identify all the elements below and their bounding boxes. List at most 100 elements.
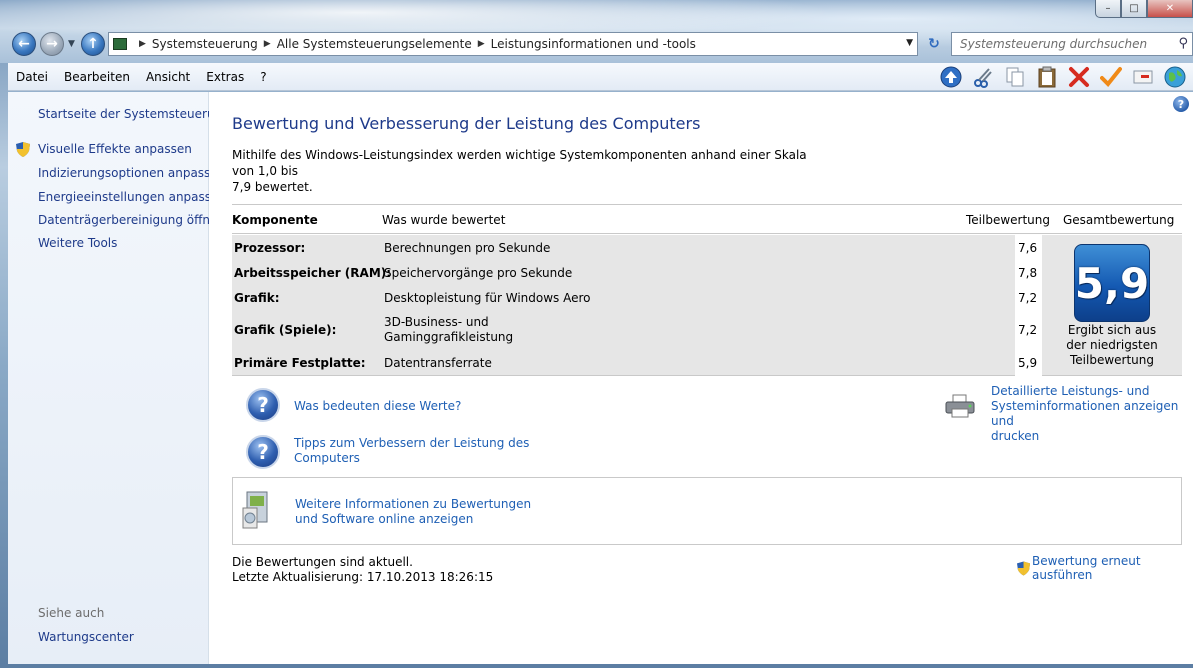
sidebar-item-disk-cleanup[interactable]: Datenträgerbereinigung öffnen (38, 213, 225, 227)
breadcrumb-item[interactable]: Systemsteuerung (152, 37, 258, 51)
globe-icon[interactable] (1163, 65, 1187, 89)
base-score-caption-line: Teilbewertung (1069, 353, 1154, 367)
address-dropdown-icon[interactable]: ▼ (906, 38, 913, 48)
link-line[interactable]: Computers (294, 451, 529, 466)
base-score-caption-line: Ergibt sich aus (1067, 323, 1157, 337)
intro-text: Mithilfe des Windows-Leistungsindex werd… (232, 147, 812, 195)
row-component: Grafik (Spiele): (234, 323, 337, 337)
question-icon: ? (246, 435, 280, 469)
row-score: 5,9 (1018, 356, 1038, 370)
sidebar-item-more-tools[interactable]: Weitere Tools (38, 236, 117, 250)
help-icon[interactable]: ? (1173, 96, 1189, 112)
rerun-assessment-label[interactable]: Bewertung erneut ausführen (1032, 554, 1193, 582)
caption-buttons: – □ ✕ (1095, 0, 1193, 18)
up-icon[interactable] (939, 65, 963, 89)
online-info-link[interactable]: Weitere Informationen zu Bewertungen und… (295, 497, 531, 527)
row-component: Grafik: (234, 291, 280, 305)
paste-icon[interactable] (1035, 65, 1059, 89)
search-placeholder: Systemsteuerung durchsuchen (960, 37, 1148, 51)
row-description: Datentransferrate (384, 356, 492, 370)
base-score-caption: Ergibt sich aus der niedrigsten Teilbewe… (1058, 323, 1166, 368)
intro-line: Mithilfe des Windows-Leistungsindex werd… (232, 148, 807, 178)
forward-arrow-icon[interactable]: → (40, 32, 64, 56)
status-current: Die Bewertungen sind aktuell. (232, 555, 413, 569)
sidebar-item-indexing[interactable]: Indizierungsoptionen anpassen (38, 166, 225, 180)
close-button[interactable]: ✕ (1147, 0, 1193, 18)
sidebar-home-link[interactable]: Startseite der Systemsteuerung (38, 107, 230, 121)
task-pane: Startseite der Systemsteuerung Visuelle … (8, 92, 230, 664)
subscore-column (1015, 235, 1042, 376)
breadcrumb-chevron-icon[interactable]: ▶ (139, 39, 146, 49)
page-title: Bewertung und Verbesserung der Leistung … (232, 114, 701, 133)
rerun-assessment-link[interactable]: Bewertung erneut ausführen (1017, 554, 1193, 582)
maximize-button[interactable]: □ (1121, 0, 1147, 18)
printer-icon (945, 394, 975, 418)
link-line[interactable]: Tipps zum Verbessern der Leistung des (294, 436, 529, 451)
cut-icon[interactable] (971, 65, 995, 89)
breadcrumb-item[interactable]: Alle Systemsteuerungselemente (277, 37, 472, 51)
delete-icon[interactable] (1067, 65, 1091, 89)
header-subscore: Teilbewertung (966, 213, 1051, 227)
email-icon[interactable] (1131, 65, 1155, 89)
copy-icon[interactable] (1003, 65, 1027, 89)
breadcrumb-chevron-icon[interactable]: ▶ (478, 39, 485, 49)
base-score-badge: 5,9 (1074, 244, 1150, 322)
what-do-values-mean-link[interactable]: Was bedeuten diese Werte? (294, 399, 461, 414)
menu-help[interactable]: ? (252, 70, 274, 84)
menu-file[interactable]: Datei (8, 70, 56, 84)
sidebar-item-visual-effects[interactable]: Visuelle Effekte anpassen (38, 142, 192, 156)
control-panel-icon (113, 38, 127, 50)
address-bar[interactable]: ▶ Systemsteuerung ▶ Alle Systemsteuerung… (108, 32, 918, 56)
menu-edit[interactable]: Bearbeiten (56, 70, 138, 84)
row-score: 7,6 (1018, 241, 1038, 255)
link-line[interactable]: Weitere Informationen zu Bewertungen (295, 497, 531, 512)
up-arrow-icon[interactable]: ↑ (81, 32, 105, 56)
header-rated: Was wurde bewertet (382, 213, 506, 227)
menu-bar: Datei Bearbeiten Ansicht Extras ? (8, 63, 1193, 91)
base-score-caption-line: der niedrigsten (1066, 338, 1158, 352)
recent-pages-dropdown-icon[interactable]: ▼ (68, 39, 75, 49)
checkmark-icon[interactable] (1099, 65, 1123, 89)
uac-shield-icon (1017, 561, 1031, 575)
minimize-button[interactable]: – (1095, 0, 1121, 18)
search-input[interactable]: Systemsteuerung durchsuchen ⚲ (951, 32, 1193, 56)
content-pane: ? Bewertung und Verbesserung der Leistun… (209, 92, 1193, 664)
link-line[interactable]: Detaillierte Leistungs- und (991, 384, 1193, 399)
back-arrow-icon[interactable]: ← (12, 32, 36, 56)
row-description: Berechnungen pro Sekunde (384, 241, 551, 255)
row-description: 3D-Business- und (384, 315, 489, 329)
menu-tools[interactable]: Extras (198, 70, 252, 84)
table-header: Komponente Was wurde bewertet Teilbewert… (232, 204, 1182, 234)
search-icon[interactable]: ⚲ (1178, 36, 1188, 51)
row-score: 7,2 (1018, 323, 1038, 337)
sidebar-item-power[interactable]: Energieeinstellungen anpassen (38, 190, 226, 204)
row-description: Desktopleistung für Windows Aero (384, 291, 591, 305)
toolbar (939, 65, 1187, 89)
breadcrumb-item[interactable]: Leistungsinformationen und -tools (491, 37, 696, 51)
header-base-score: Gesamtbewertung (1063, 213, 1175, 227)
row-component: Primäre Festplatte: (234, 356, 366, 370)
navigation-bar: ← → ▼ ↑ ▶ Systemsteuerung ▶ Alle Systems… (8, 30, 1193, 58)
row-component: Prozessor: (234, 241, 306, 255)
intro-line: 7,9 bewertet. (232, 180, 313, 194)
status-last-update: Letzte Aktualisierung: 17.10.2013 18:26:… (232, 570, 494, 584)
detailed-info-link[interactable]: Detaillierte Leistungs- und Systeminform… (991, 384, 1193, 444)
link-line[interactable]: Systeminformationen anzeigen und (991, 399, 1193, 429)
link-line[interactable]: und Software online anzeigen (295, 512, 531, 527)
row-description: Speichervorgänge pro Sekunde (384, 266, 573, 280)
software-box-icon (242, 491, 268, 529)
link-line[interactable]: drucken (991, 429, 1193, 444)
sidebar-item-action-center[interactable]: Wartungscenter (38, 630, 134, 644)
row-description: Gaminggrafikleistung (384, 330, 514, 344)
refresh-icon[interactable]: ↻ (922, 34, 946, 54)
see-also-heading: Siehe auch (38, 606, 105, 620)
uac-shield-icon (16, 142, 30, 157)
question-icon: ? (246, 388, 280, 422)
breadcrumb-chevron-icon[interactable]: ▶ (264, 39, 271, 49)
row-score: 7,8 (1018, 266, 1038, 280)
header-component: Komponente (232, 213, 318, 227)
menu-view[interactable]: Ansicht (138, 70, 198, 84)
performance-tips-link[interactable]: Tipps zum Verbessern der Leistung des Co… (294, 436, 529, 466)
online-info-box: Weitere Informationen zu Bewertungen und… (232, 477, 1182, 545)
row-component: Arbeitsspeicher (RAM): (234, 266, 392, 280)
